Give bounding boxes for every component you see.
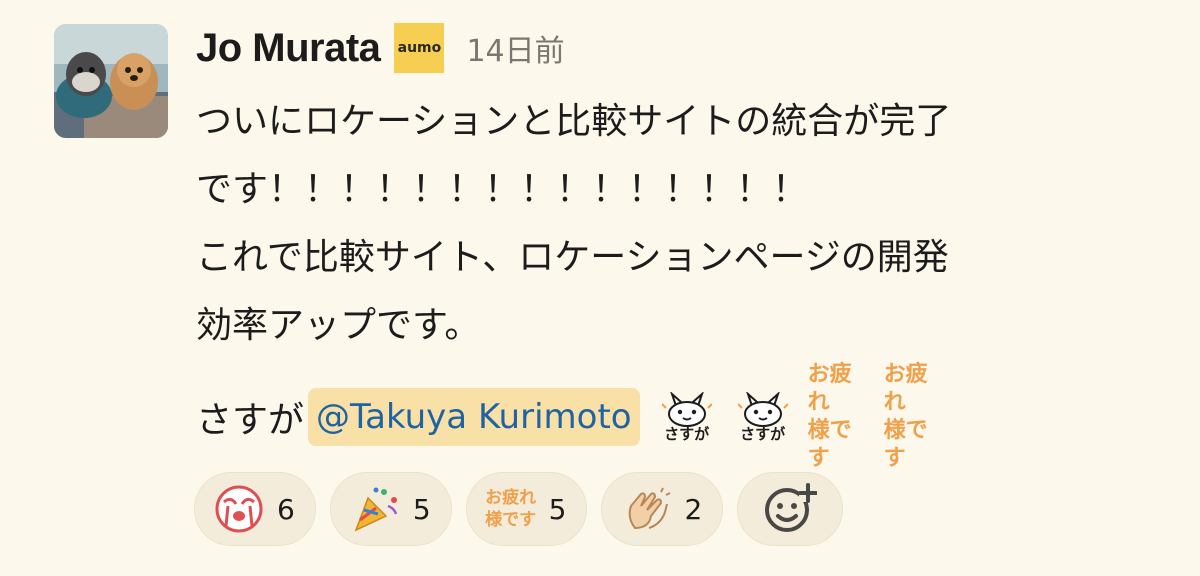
- add-reaction-button[interactable]: [737, 472, 844, 546]
- reaction-count: 2: [684, 492, 703, 526]
- otsukaresama-icon: お疲れ 様です: [485, 488, 537, 530]
- message-body: ついにロケーションと比較サイトの統合が完了 です！！！！！！！！！！！！！！！ …: [196, 101, 952, 346]
- message-header: Jo Murata aumo 14日前: [196, 18, 1156, 78]
- sasuga-icon: さすが: [732, 386, 794, 448]
- reaction-count: 5: [412, 492, 431, 526]
- sasuga-icon: さすが: [656, 386, 718, 448]
- reaction-otsukaresama[interactable]: お疲れ 様です 5: [465, 472, 588, 546]
- party-popper-icon: [349, 483, 401, 535]
- mention-prefix-text: さすが: [196, 400, 305, 441]
- user-mention[interactable]: @Takuya Kurimoto: [308, 388, 640, 446]
- timestamp[interactable]: 14日前: [466, 26, 564, 70]
- avatar[interactable]: [54, 24, 168, 138]
- reactions-bar: 6 5 お疲れ 様です 5 2: [194, 472, 844, 546]
- avatar-photo: [54, 24, 168, 138]
- add-reaction-icon: [763, 480, 819, 538]
- reaction-party-popper[interactable]: 5: [329, 472, 452, 546]
- reaction-count: 5: [548, 492, 567, 526]
- otsukaresama-icon: お疲れ 様です: [807, 362, 852, 471]
- reaction-crying-face[interactable]: 6: [194, 472, 316, 546]
- crying-face-icon: [213, 483, 265, 535]
- otsukaresama-icon: お疲れ 様です: [883, 362, 928, 471]
- message-content: Jo Murata aumo 14日前 ついにロケーションと比較サイトの統合が完…: [196, 18, 1156, 471]
- org-badge: aumo: [394, 23, 445, 73]
- message-line-mention: さすが @Takuya Kurimoto さすが さすが お疲れ 様です お疲れ…: [196, 362, 1156, 471]
- message: Jo Murata aumo 14日前 ついにロケーションと比較サイトの統合が完…: [0, 0, 1200, 576]
- reaction-count: 6: [277, 492, 295, 526]
- author-name[interactable]: Jo Murata: [196, 26, 381, 71]
- clapping-hands-icon: [620, 483, 672, 535]
- reaction-clapping-hands[interactable]: 2: [601, 472, 724, 546]
